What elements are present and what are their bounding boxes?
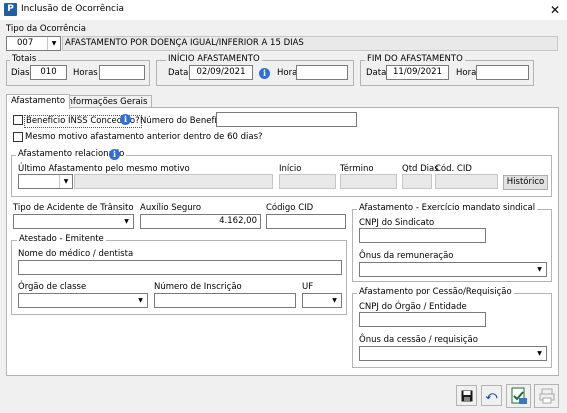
orgao-classe-select[interactable]: ▼ — [18, 293, 148, 308]
cessao-label: Afastamento por Cessão/Requisição — [357, 287, 514, 298]
inicio-hora-label: Hora — [277, 68, 298, 78]
onus-remuneracao-label: Ônus da remuneração — [359, 251, 454, 261]
close-icon[interactable]: ✕ — [547, 2, 563, 18]
tipo-acidente-select[interactable]: ▼ — [13, 214, 134, 229]
chevron-down-icon[interactable]: ▼ — [533, 347, 546, 360]
fim-hora-label: Hora — [456, 68, 477, 78]
qtd-dias-col-field — [402, 174, 432, 189]
cnpj-orgao-input[interactable] — [359, 312, 486, 327]
chevron-down-icon[interactable]: ▼ — [47, 37, 60, 50]
info-icon[interactable]: i — [259, 68, 270, 79]
onus-cessao-label: Ônus da cessão / requisição — [359, 335, 478, 345]
info-icon[interactable]: i — [120, 114, 131, 125]
mesmo-motivo-checkbox[interactable] — [13, 132, 23, 142]
info-icon[interactable]: i — [109, 149, 120, 160]
fim-data-label: Data — [366, 68, 387, 78]
chevron-down-icon[interactable]: ▼ — [120, 215, 133, 228]
cod-cid-col-field — [435, 174, 498, 189]
dias-input[interactable]: 010 — [30, 65, 67, 80]
numero-inscricao-label: Número de Inscrição — [154, 282, 242, 292]
document-check-icon[interactable] — [506, 384, 531, 408]
fim-label: FIM DO AFASTAMENTO — [365, 54, 465, 65]
tab-afastamento[interactable]: Afastamento — [6, 94, 71, 109]
tipo-label: Tipo da Ocorrência — [6, 24, 86, 34]
chevron-down-icon[interactable]: ▼ — [134, 294, 147, 307]
horas-label: Horas — [73, 68, 98, 78]
app-icon: P — [4, 3, 17, 16]
numero-beneficio-input[interactable] — [216, 112, 357, 127]
tipo-code-value: 007 — [17, 38, 34, 48]
fim-hora-input[interactable] — [476, 65, 529, 80]
auxilio-seguro-input[interactable]: 4.162,00 — [140, 214, 261, 229]
inicio-label: INÍCIO AFASTAMENTO — [166, 54, 262, 65]
codigo-cid-input[interactable] — [266, 214, 346, 229]
chevron-down-icon[interactable]: ▼ — [59, 175, 72, 188]
chevron-down-icon[interactable]: ▼ — [533, 263, 546, 276]
inicio-col-field — [279, 174, 336, 189]
printer-disabled-icon — [534, 384, 559, 408]
dias-label: Dias — [11, 68, 30, 78]
cnpj-sindicato-input[interactable] — [359, 228, 486, 243]
save-icon[interactable] — [456, 385, 477, 406]
beneficio-inss-checkbox[interactable] — [13, 115, 23, 125]
uf-select[interactable]: ▼ — [302, 293, 342, 308]
nome-medico-input[interactable] — [18, 260, 342, 275]
tipo-description: AFASTAMENTO POR DOENÇA IGUAL/INFERIOR A … — [62, 36, 558, 51]
historico-button[interactable]: Histórico — [503, 175, 548, 190]
onus-cessao-select[interactable]: ▼ — [359, 346, 547, 361]
mesmo-motivo-label: Mesmo motivo afastamento anterior dentro… — [25, 132, 263, 142]
fim-data-input[interactable]: 11/09/2021 — [386, 65, 449, 80]
numero-inscricao-input[interactable] — [154, 293, 296, 308]
codigo-cid-label: Código CID — [266, 203, 314, 213]
chevron-down-icon[interactable]: ▼ — [328, 294, 341, 307]
totais-label: Totais — [10, 54, 39, 65]
termino-col-field — [340, 174, 397, 189]
undo-icon[interactable]: ⤺ — [481, 385, 502, 406]
auxilio-seguro-label: Auxílio Seguro — [140, 203, 202, 213]
inicio-data-input[interactable]: 02/09/2021 — [189, 65, 253, 80]
orgao-classe-label: Órgão de classe — [18, 282, 87, 292]
onus-remuneracao-select[interactable]: ▼ — [359, 262, 547, 277]
ultimo-afastamento-combo[interactable]: ▼ — [18, 174, 73, 189]
sindical-label: Afastamento - Exercício mandato sindical — [357, 203, 538, 214]
tipo-acidente-label: Tipo de Acidente de Trânsito — [13, 203, 134, 213]
horas-input[interactable] — [99, 65, 145, 80]
window-title: Inclusão de Ocorrência — [21, 4, 124, 14]
nome-medico-label: Nome do médico / dentista — [18, 249, 134, 259]
uf-label: UF — [302, 282, 314, 292]
tipo-code-combo[interactable]: 007 ▼ — [6, 36, 61, 51]
ultimo-afastamento-desc — [74, 174, 273, 189]
atestado-label: Atestado - Emitente — [17, 234, 106, 245]
inicio-data-label: Data — [168, 68, 189, 78]
title-bar: P Inclusão de Ocorrência ✕ — [0, 0, 567, 20]
inicio-hora-input[interactable] — [296, 65, 348, 80]
